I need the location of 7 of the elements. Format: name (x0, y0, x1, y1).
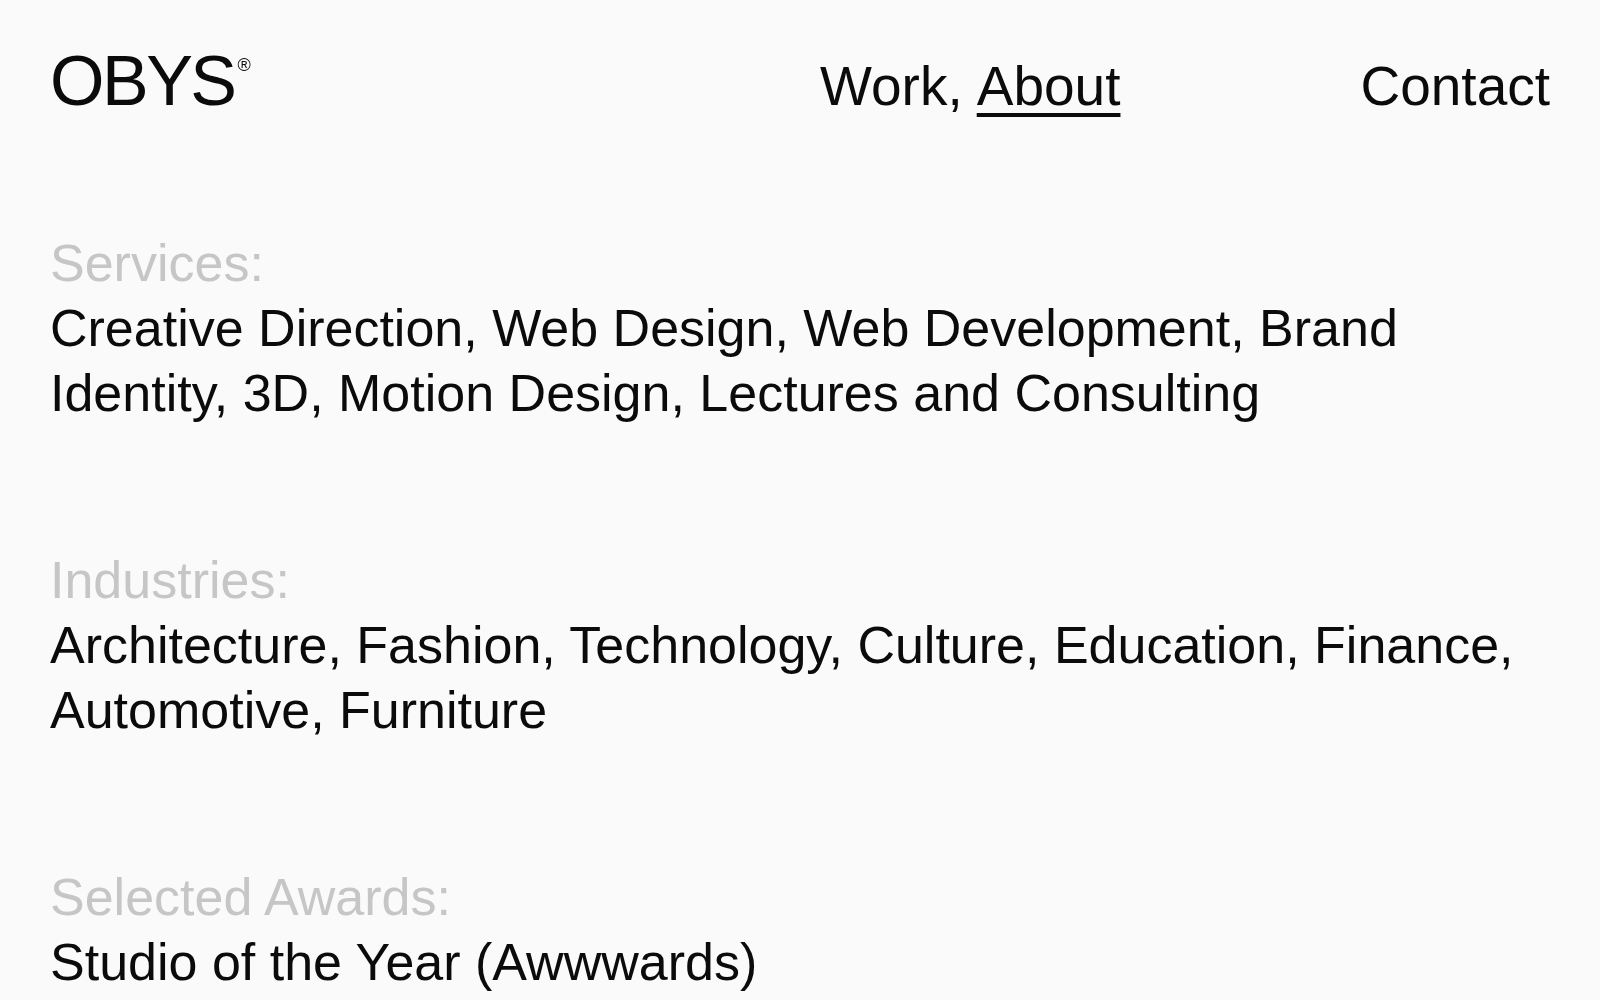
nav-link[interactable]: Work, (820, 49, 963, 123)
section-text: Architecture, Fashion, Technology, Culture, Education, Finance, Automotive, Furniture (50, 615, 1515, 741)
section-text: Creative Direction, Web Design, Web Development, Brand Identity, 3D, Motion Design, Lectures and Consulting (50, 298, 1399, 424)
contact-link[interactable]: Contact (1360, 49, 1550, 123)
nav-link[interactable]: About (976, 49, 1121, 123)
logo[interactable]: OBYS$^{®}$ (50, 44, 251, 118)
section-text: Studio of the Year (Awwwards) (50, 932, 759, 993)
